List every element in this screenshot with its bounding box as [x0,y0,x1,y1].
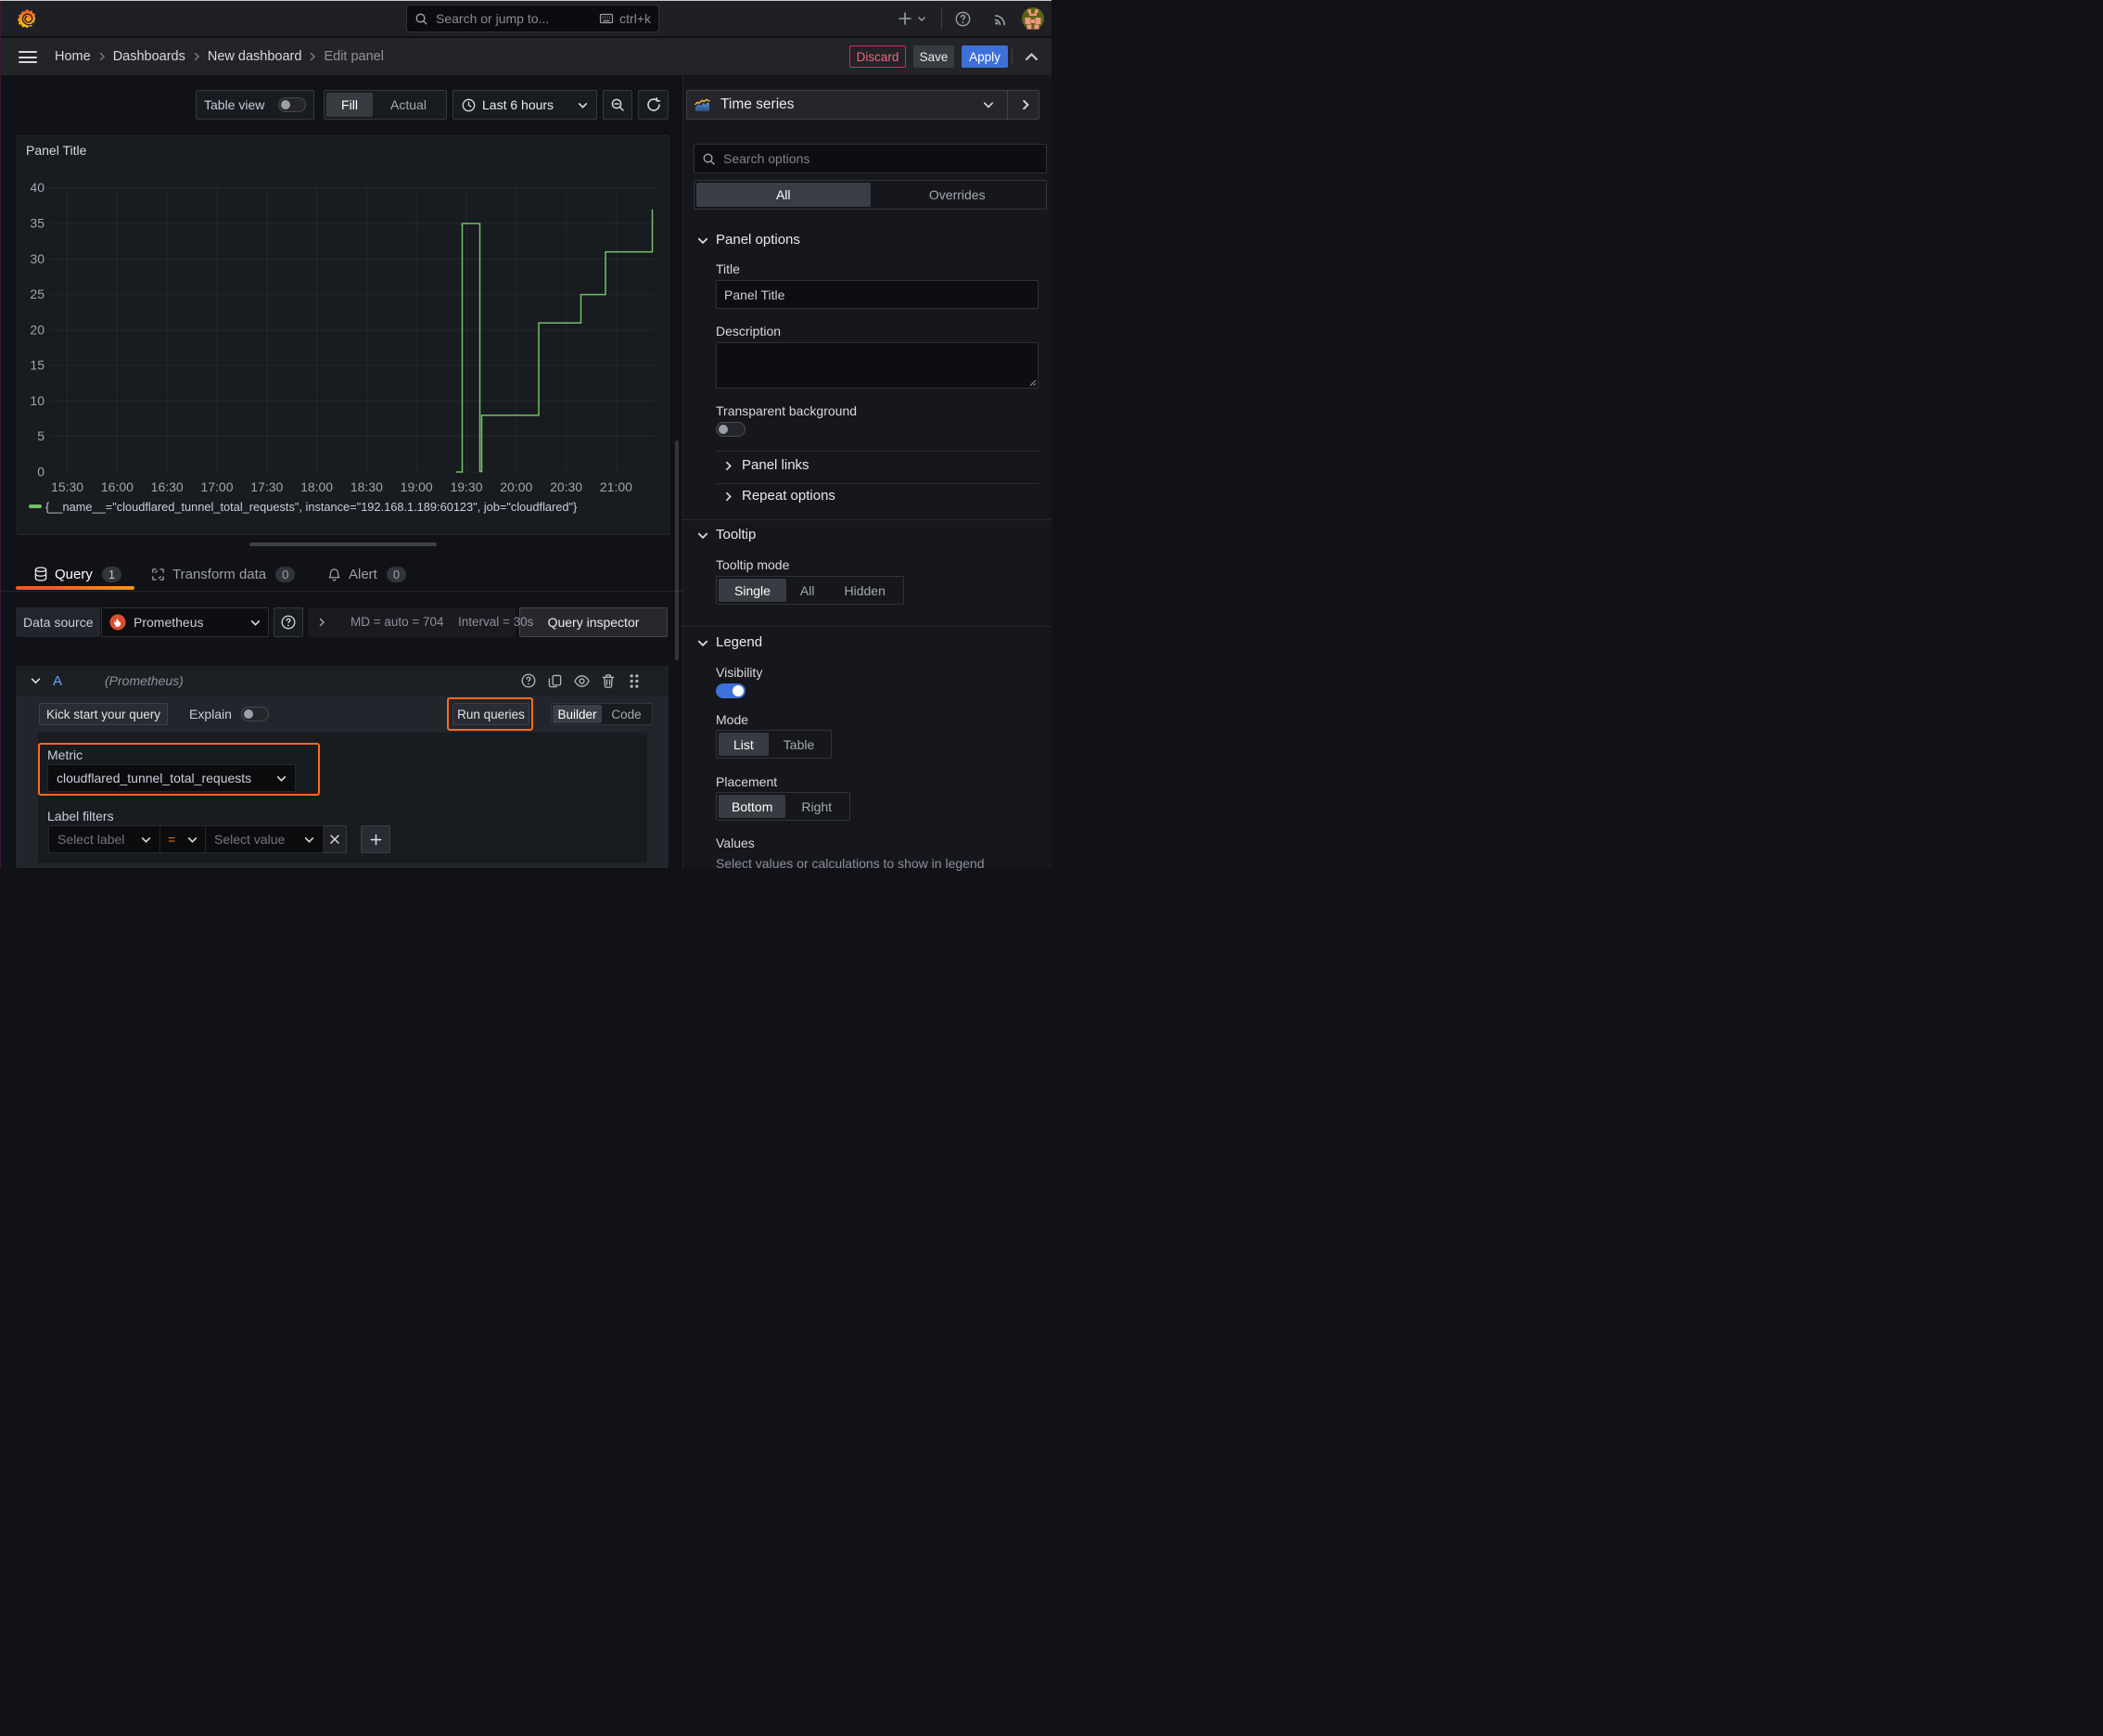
svg-text:19:00: 19:00 [401,479,433,494]
svg-text:17:00: 17:00 [200,479,233,494]
svg-text:18:30: 18:30 [350,479,383,494]
svg-text:5: 5 [37,428,45,443]
svg-text:20:00: 20:00 [500,479,532,494]
svg-text:25: 25 [30,287,45,301]
svg-text:{__name__="cloudflared_tunnel_: {__name__="cloudflared_tunnel_total_requ… [45,500,578,514]
svg-text:16:00: 16:00 [101,479,134,494]
svg-text:20:30: 20:30 [550,479,582,494]
svg-text:40: 40 [30,180,45,195]
svg-text:15:30: 15:30 [51,479,83,494]
svg-text:21:00: 21:00 [600,479,632,494]
svg-text:20: 20 [30,322,45,337]
svg-text:30: 30 [30,251,45,266]
svg-text:17:30: 17:30 [250,479,283,494]
svg-text:15: 15 [30,358,45,373]
svg-text:10: 10 [30,393,45,408]
svg-text:18:00: 18:00 [300,479,333,494]
svg-text:16:30: 16:30 [151,479,184,494]
svg-text:19:30: 19:30 [450,479,482,494]
svg-text:35: 35 [30,216,45,231]
svg-text:0: 0 [37,465,45,479]
